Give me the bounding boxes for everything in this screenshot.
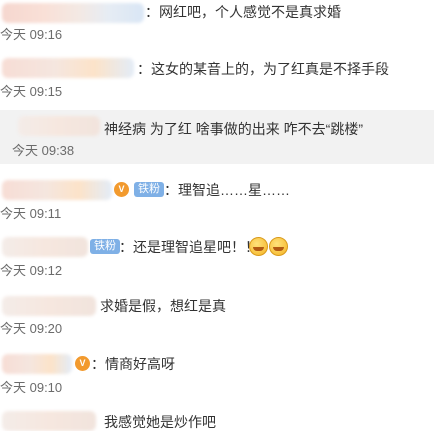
comment-time: 今天 09:10: [0, 380, 63, 395]
comment-row: ：网红吧，个人感觉不是真求婚 今天 09:16: [0, 0, 434, 50]
comment-time: 今天 09:16: [0, 27, 63, 42]
comment-row: 我感觉她是炒作吧: [0, 408, 434, 431]
laughing-tears-emoji: [249, 237, 268, 256]
comment-text: ：网红吧，个人感觉不是真求婚: [145, 4, 341, 20]
comment-text: ：还是理智追星吧！！: [119, 239, 259, 255]
comment-text: 神经病 为了红 啥事做的出来 咋不去“跳楼”: [104, 121, 363, 137]
comment-row: V 铁粉 ：理智追……星…… 今天 09:11: [0, 176, 434, 226]
comment-text: ：理智追……星……: [164, 182, 290, 198]
comment-text: ：情商好高呀: [91, 356, 175, 372]
comment-row: 铁粉 ：还是理智追星吧！！ 今天 09:12: [0, 233, 434, 283]
comment-time: 今天 09:38: [12, 143, 75, 158]
comment-text: ：这女的某音上的，为了红真是不择手段: [137, 61, 389, 77]
reply-row: 神经病 为了红 啥事做的出来 咋不去“跳楼” 今天 09:38: [0, 110, 434, 164]
redacted-username: [2, 180, 112, 200]
comment-time: 今天 09:20: [0, 321, 63, 336]
comment-text: 我感觉她是炒作吧: [104, 414, 216, 430]
redacted-username: [18, 116, 100, 136]
redacted-username: [2, 237, 88, 257]
vip-crown-icon: V: [75, 356, 90, 371]
redacted-username: [2, 411, 96, 431]
redacted-username: [2, 296, 96, 316]
comment-text: 求婚是假，想红是真: [100, 298, 226, 314]
comment-time: 今天 09:11: [0, 206, 62, 221]
fan-badge: 铁粉: [90, 239, 120, 254]
comment-time: 今天 09:15: [0, 84, 63, 99]
comment-row: V ：情商好高呀 今天 09:10: [0, 350, 434, 400]
comment-row: 求婚是假，想红是真 今天 09:20: [0, 292, 434, 342]
redacted-username: [2, 354, 72, 374]
vip-crown-icon: V: [114, 182, 129, 197]
fan-badge: 铁粉: [134, 182, 164, 197]
comment-row: ：这女的某音上的，为了红真是不择手段 今天 09:15: [0, 55, 434, 105]
comment-time: 今天 09:12: [0, 263, 63, 278]
redacted-username: [2, 3, 144, 23]
redacted-username: [2, 58, 134, 78]
laughing-tears-emoji: [269, 237, 288, 256]
